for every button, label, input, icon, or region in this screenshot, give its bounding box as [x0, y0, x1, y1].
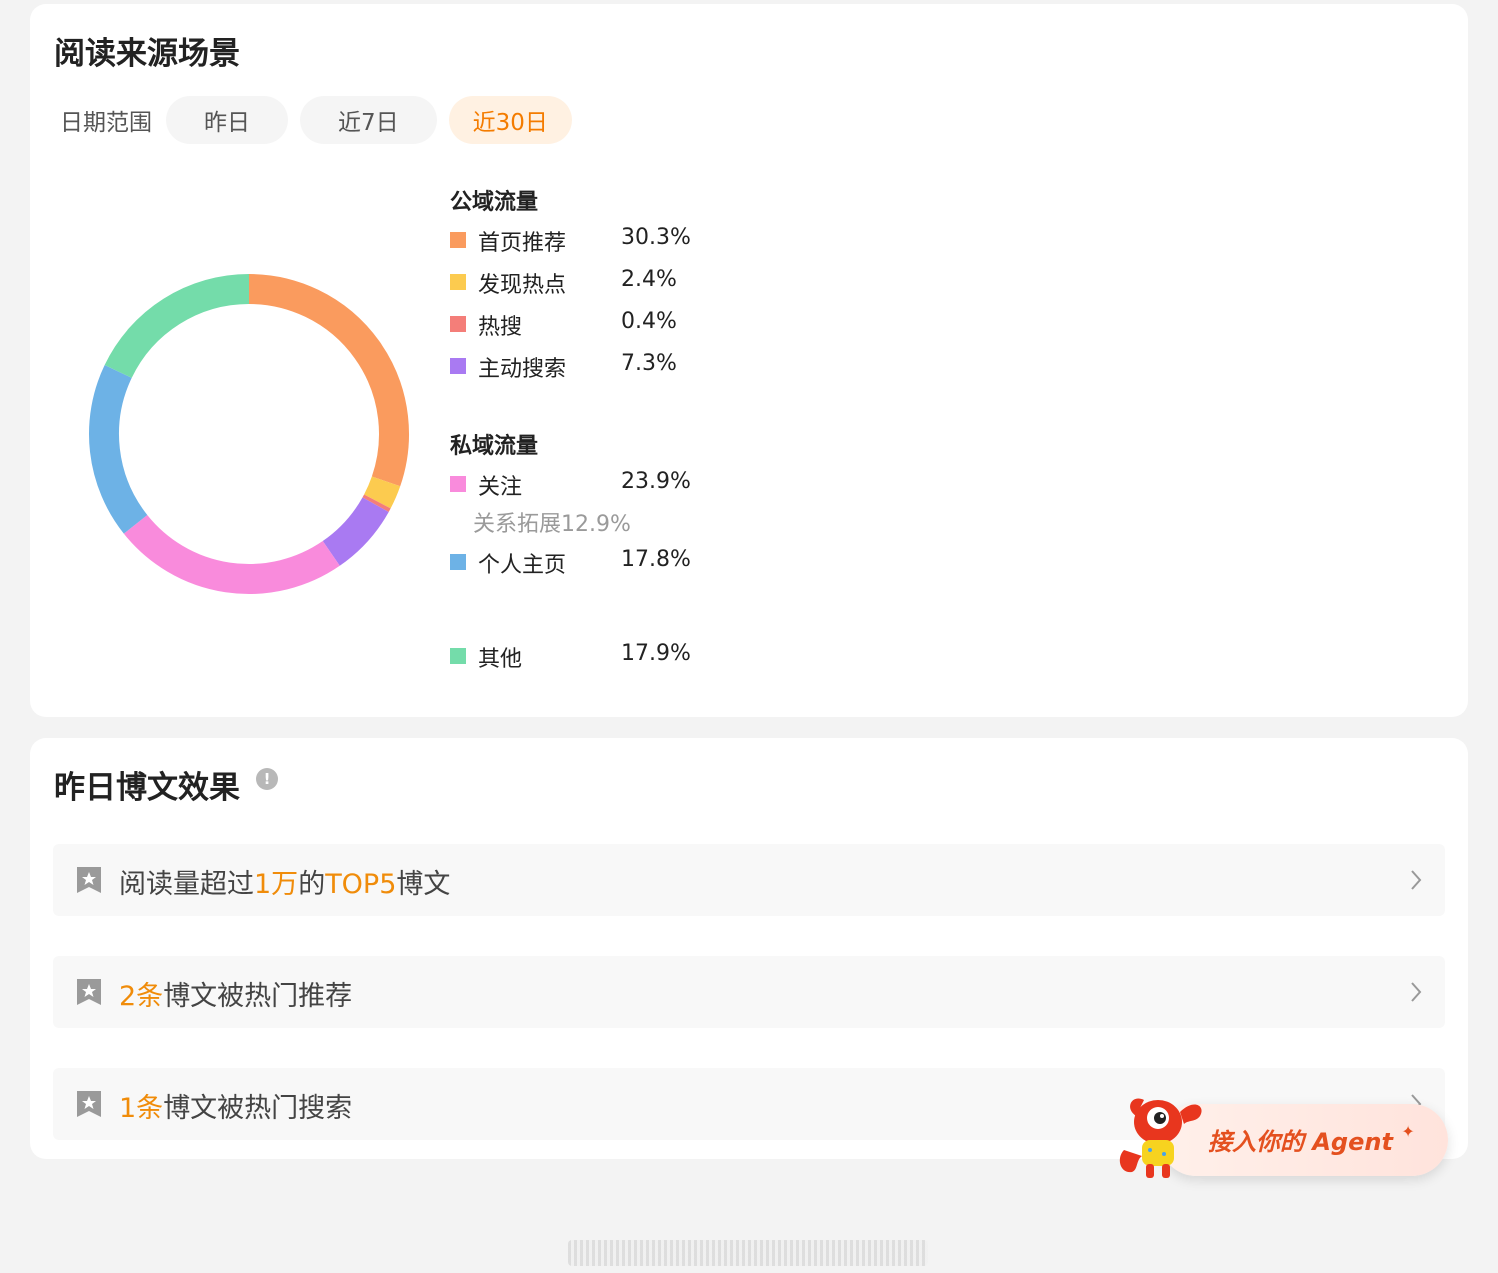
legend-pct: 2.4%	[621, 267, 677, 292]
legend-pct: 17.9%	[621, 641, 691, 666]
chevron-right-icon	[1411, 870, 1422, 890]
agent-entry-label: 接入你的 Agent ✦	[1208, 1122, 1415, 1156]
legend-swatch	[450, 274, 466, 290]
chevron-right-icon	[1411, 982, 1422, 1002]
effect-row-text: 2条博文被热门推荐	[119, 981, 353, 1012]
legend-pct: 23.9%	[621, 469, 691, 494]
info-icon[interactable]: !	[256, 768, 278, 790]
post-effect-card: 昨日博文效果 ! 阅读量超过1万的TOP5博文 2条博文被热门推荐 1条博文被热…	[30, 738, 1468, 1159]
donut-slice-7	[104, 274, 250, 379]
legend-swatch	[450, 648, 466, 664]
legend-name: 发现热点	[478, 273, 567, 298]
donut-slice-6	[89, 364, 148, 534]
effect-row-hot-recommend[interactable]: 2条博文被热门推荐	[53, 956, 1445, 1028]
legend-swatch	[450, 554, 466, 570]
donut-slice-5	[123, 514, 340, 594]
legend-name: 热搜	[478, 315, 523, 340]
legend-name: 个人主页	[478, 553, 567, 578]
bookmark-star-icon	[77, 1091, 101, 1117]
bookmark-star-icon	[77, 979, 101, 1005]
date-option-30days[interactable]: 近30日	[448, 96, 572, 144]
donut-slice-4	[322, 496, 389, 566]
legend-name: 首页推荐	[478, 231, 567, 256]
date-range-selector: 日期范围 昨日 近7日 近30日	[60, 96, 584, 144]
legend-swatch	[450, 476, 466, 492]
source-donut-chart	[89, 274, 409, 594]
donut-slice-2	[363, 476, 401, 509]
source-card-title: 阅读来源场景	[54, 36, 240, 72]
legend-swatch	[450, 232, 466, 248]
private-traffic-title: 私域流量	[450, 434, 539, 459]
legend-pct: 30.3%	[621, 225, 691, 250]
legend-name: 主动搜索	[478, 357, 567, 382]
legend-sub-relation-expand: 关系拓展12.9%	[473, 512, 631, 537]
bottom-blurred-text	[568, 1240, 928, 1266]
date-option-yesterday[interactable]: 昨日	[166, 96, 288, 144]
legend-swatch	[450, 316, 466, 332]
date-option-7days[interactable]: 近7日	[300, 96, 437, 144]
source-scene-card: 阅读来源场景 日期范围 昨日 近7日 近30日 公域流量 首页推荐 30.3% …	[30, 4, 1468, 717]
effect-row-top5[interactable]: 阅读量超过1万的TOP5博文	[53, 844, 1445, 916]
effect-card-title: 昨日博文效果	[54, 770, 240, 806]
legend-pct: 7.3%	[621, 351, 677, 376]
legend-pct: 0.4%	[621, 309, 677, 334]
legend-name: 其他	[478, 647, 523, 672]
bookmark-star-icon	[77, 867, 101, 893]
effect-row-text: 阅读量超过1万的TOP5博文	[119, 869, 451, 900]
effect-row-text: 1条博文被热门搜索	[119, 1093, 353, 1124]
donut-slice-3	[362, 494, 391, 512]
legend-pct: 17.8%	[621, 547, 691, 572]
donut-slice-1	[248, 274, 409, 487]
legend-swatch	[450, 358, 466, 374]
lobster-mascot-icon[interactable]	[1114, 1088, 1210, 1184]
public-traffic-title: 公域流量	[450, 190, 539, 215]
legend-name: 关注	[478, 475, 523, 500]
date-range-label: 日期范围	[60, 110, 152, 136]
